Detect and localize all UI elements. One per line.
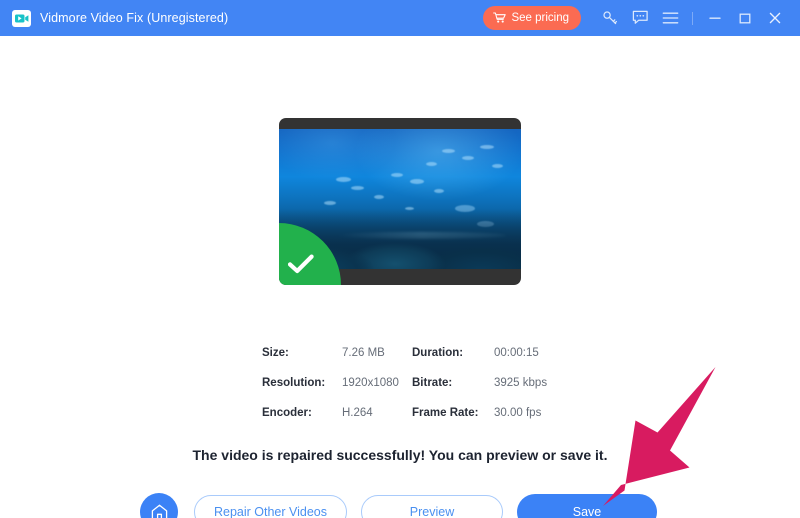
fish-shape xyxy=(324,201,336,205)
save-button[interactable]: Save xyxy=(517,494,657,518)
home-button[interactable] xyxy=(140,493,178,518)
title-bar: Vidmore Video Fix (Unregistered) See pri… xyxy=(0,0,800,36)
fish-shape xyxy=(492,164,503,168)
metadata-value: 7.26 MB xyxy=(342,347,412,359)
metadata-label: Bitrate: xyxy=(412,377,494,389)
close-icon[interactable] xyxy=(760,3,790,33)
see-pricing-button[interactable]: See pricing xyxy=(483,6,581,30)
minimize-icon[interactable] xyxy=(700,3,730,33)
app-title: Vidmore Video Fix (Unregistered) xyxy=(40,11,228,25)
action-bar: Repair Other Videos Preview Save xyxy=(140,493,657,518)
fish-shape xyxy=(442,149,455,153)
fish-shape xyxy=(480,145,494,149)
app-window: Vidmore Video Fix (Unregistered) See pri… xyxy=(0,0,800,518)
metadata-label: Resolution: xyxy=(262,377,342,389)
main-content: my blu-ray Movie 205.mov xyxy=(0,36,800,518)
preview-button[interactable]: Preview xyxy=(361,495,503,518)
metadata-grid: Size: 7.26 MB Duration: 00:00:15 Resolut… xyxy=(262,347,562,419)
metadata-value: 1920x1080 xyxy=(342,377,412,389)
fish-shape xyxy=(391,173,403,177)
fish-shape xyxy=(336,177,351,182)
video-camera-icon xyxy=(12,10,31,27)
shopping-cart-icon xyxy=(493,12,506,24)
key-icon[interactable] xyxy=(595,3,625,33)
metadata-label: Frame Rate: xyxy=(412,407,494,419)
status-message: The video is repaired successfully! You … xyxy=(0,447,800,463)
see-pricing-label: See pricing xyxy=(511,12,569,24)
metadata-label: Duration: xyxy=(412,347,494,359)
titlebar-divider xyxy=(692,12,693,25)
metadata-value: 00:00:15 xyxy=(494,347,562,359)
video-thumbnail[interactable] xyxy=(279,118,521,285)
hamburger-menu-icon[interactable] xyxy=(655,3,685,33)
fish-shape xyxy=(374,195,384,199)
repair-other-videos-button[interactable]: Repair Other Videos xyxy=(194,495,347,518)
metadata-value: H.264 xyxy=(342,407,412,419)
fish-shape xyxy=(351,186,364,190)
metadata-label: Encoder: xyxy=(262,407,342,419)
metadata-value: 30.00 fps xyxy=(494,407,562,419)
fish-shape xyxy=(434,189,444,193)
fish-shape xyxy=(462,156,474,160)
fish-shape xyxy=(426,162,437,166)
maximize-icon[interactable] xyxy=(730,3,760,33)
metadata-label: Size: xyxy=(262,347,342,359)
metadata-value: 3925 kbps xyxy=(494,377,562,389)
chat-bubble-icon[interactable] xyxy=(625,3,655,33)
home-icon xyxy=(150,503,169,518)
fish-shape xyxy=(410,179,424,184)
titlebar-controls: See pricing xyxy=(483,3,790,33)
